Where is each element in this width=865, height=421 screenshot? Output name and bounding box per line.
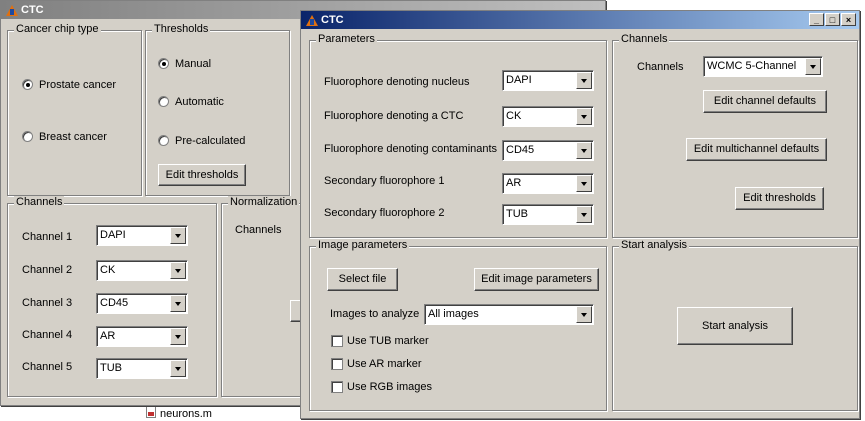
dropdown-arrow-icon[interactable] [170, 227, 186, 244]
dropdown-arrow-icon[interactable] [576, 306, 592, 323]
contaminants-label: Fluorophore denoting contaminants [324, 143, 498, 155]
thresholds-title: Thresholds [152, 23, 211, 35]
use-ar-label[interactable]: Use AR marker [347, 358, 422, 370]
edit-thresholds-button[interactable]: Edit thresholds [158, 164, 246, 186]
image-parameters-title: Image parameters [316, 239, 410, 251]
background-file-name[interactable]: neurons.m [160, 408, 212, 420]
breast-radio[interactable] [22, 131, 33, 142]
secondary-1-label: Secondary fluorophore 1 [324, 175, 445, 187]
window-controls: _ □ × [809, 13, 856, 26]
dropdown-arrow-icon[interactable] [170, 360, 186, 377]
prostate-radio[interactable] [22, 79, 33, 90]
cancer-chip-title: Cancer chip type [14, 23, 101, 35]
cancer-chip-panel: Cancer chip type Prostate cancer Breast … [7, 23, 142, 196]
channel-4-label: Channel 4 [22, 329, 73, 341]
front-window-title: CTC [321, 14, 344, 26]
use-rgb-label[interactable]: Use RGB images [347, 381, 432, 393]
channel-3-select[interactable]: CD45 [96, 293, 188, 314]
secondary-1-select[interactable]: AR [502, 173, 594, 194]
channel-5-select[interactable]: TUB [96, 358, 188, 379]
front-channels-panel: Channels Channels WCMC 5-Channel Edit ch… [612, 33, 858, 238]
dropdown-arrow-icon[interactable] [170, 295, 186, 312]
dropdown-arrow-icon[interactable] [576, 206, 592, 223]
use-rgb-checkbox[interactable] [331, 381, 343, 393]
channels-preset-label: Channels [637, 61, 684, 73]
secondary-2-select[interactable]: TUB [502, 204, 594, 225]
use-tub-checkbox[interactable] [331, 335, 343, 347]
nucleus-select[interactable]: DAPI [502, 70, 594, 91]
channel-1-select[interactable]: DAPI [96, 225, 188, 246]
dropdown-arrow-icon[interactable] [805, 58, 821, 75]
dropdown-arrow-icon[interactable] [576, 108, 592, 125]
contaminants-select[interactable]: CD45 [502, 140, 594, 161]
dropdown-arrow-icon[interactable] [170, 328, 186, 345]
front-window-titlebar[interactable]: CTC _ □ × [301, 11, 859, 29]
edit-thresholds-button-front[interactable]: Edit thresholds [735, 187, 824, 210]
front-window: CTC _ □ × Parameters Fluorophore denotin… [300, 10, 860, 419]
front-channels-title: Channels [619, 33, 670, 45]
matlab-logo-icon [305, 14, 318, 27]
back-channels-title: Channels [14, 196, 65, 208]
images-to-analyze-label: Images to analyze [330, 308, 420, 320]
manual-label[interactable]: Manual [175, 58, 211, 70]
edit-channel-defaults-button[interactable]: Edit channel defaults [703, 90, 827, 113]
precalculated-radio[interactable] [158, 135, 169, 146]
channels-preset-select[interactable]: WCMC 5-Channel [703, 56, 823, 77]
nucleus-label: Fluorophore denoting nucleus [324, 76, 470, 88]
back-window-title: CTC [21, 4, 44, 16]
secondary-2-label: Secondary fluorophore 2 [324, 207, 445, 219]
use-tub-label[interactable]: Use TUB marker [347, 335, 429, 347]
channel-5-label: Channel 5 [22, 361, 73, 373]
channel-3-label: Channel 3 [22, 297, 73, 309]
edit-multichannel-defaults-button[interactable]: Edit multichannel defaults [686, 138, 827, 161]
ctc-label: Fluorophore denoting a CTC [324, 110, 464, 122]
channel-2-label: Channel 2 [22, 264, 73, 276]
image-parameters-panel: Image parameters Select file Edit image … [309, 239, 607, 411]
back-channels-panel: Channels Channel 1 DAPI Channel 2 CK Cha… [7, 196, 217, 397]
ctc-select[interactable]: CK [502, 106, 594, 127]
start-analysis-panel: Start analysis Start analysis [612, 239, 858, 411]
parameters-title: Parameters [316, 33, 377, 45]
parameters-panel: Parameters Fluorophore denoting nucleus … [309, 33, 607, 238]
start-analysis-button[interactable]: Start analysis [677, 307, 793, 345]
normalization-channels-label: Channels [235, 224, 282, 236]
automatic-radio[interactable] [158, 96, 169, 107]
dropdown-arrow-icon[interactable] [170, 262, 186, 279]
channel-1-label: Channel 1 [22, 231, 73, 243]
breast-label[interactable]: Breast cancer [39, 131, 107, 143]
images-to-analyze-select[interactable]: All images [424, 304, 594, 325]
automatic-label[interactable]: Automatic [175, 96, 224, 108]
dropdown-arrow-icon[interactable] [576, 142, 592, 159]
prostate-label[interactable]: Prostate cancer [39, 79, 116, 91]
edit-image-parameters-button[interactable]: Edit image parameters [474, 268, 599, 291]
thresholds-panel: Thresholds Manual Automatic Pre-calculat… [145, 23, 290, 196]
channel-2-select[interactable]: CK [96, 260, 188, 281]
matlab-logo-icon [5, 4, 18, 17]
maximize-icon[interactable]: □ [825, 13, 840, 26]
use-ar-checkbox[interactable] [331, 358, 343, 370]
manual-radio[interactable] [158, 58, 169, 69]
matlab-file-icon [146, 406, 156, 418]
close-icon[interactable]: × [841, 13, 856, 26]
dropdown-arrow-icon[interactable] [576, 72, 592, 89]
select-file-button[interactable]: Select file [327, 268, 398, 291]
channel-4-select[interactable]: AR [96, 326, 188, 347]
precalculated-label[interactable]: Pre-calculated [175, 135, 245, 147]
normalization-title: Normalization [228, 196, 300, 208]
dropdown-arrow-icon[interactable] [576, 175, 592, 192]
start-analysis-title: Start analysis [619, 239, 690, 251]
minimize-icon[interactable]: _ [809, 13, 824, 26]
